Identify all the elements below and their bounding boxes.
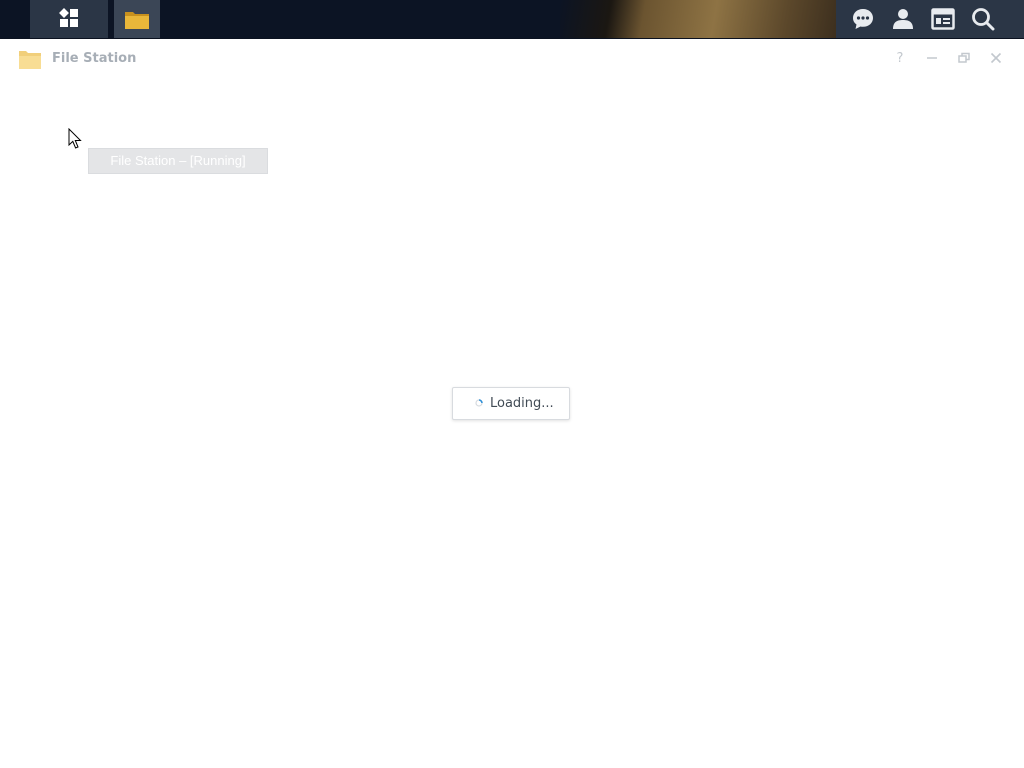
user-icon[interactable] [891, 7, 915, 31]
minimize-icon [927, 57, 937, 59]
grid-icon [59, 8, 78, 27]
loading-indicator: Loading... [452, 387, 570, 420]
restore-button[interactable] [957, 51, 971, 65]
folder-icon [125, 12, 149, 29]
taskbar-app-file-station[interactable] [114, 0, 160, 38]
file-station-window: File Station ? File Station – [Running] [0, 39, 1024, 768]
taskbar-tray [836, 0, 1024, 38]
loading-text: Loading... [490, 396, 554, 411]
widgets-icon[interactable] [931, 7, 955, 31]
search-icon[interactable] [971, 7, 995, 31]
restore-icon [958, 52, 970, 63]
minimize-button[interactable] [925, 51, 939, 65]
taskbar-tooltip: File Station – [Running] [88, 148, 268, 174]
help-button[interactable]: ? [893, 51, 907, 66]
window-titlebar[interactable]: File Station ? [0, 39, 1024, 79]
close-icon [990, 52, 1002, 64]
mouse-cursor-icon [68, 128, 82, 149]
folder-icon [19, 51, 41, 69]
desktop-wallpaper [560, 0, 840, 38]
main-menu-button[interactable] [30, 0, 108, 38]
spinner-icon [475, 399, 483, 407]
chat-icon[interactable] [851, 7, 875, 31]
window-title: File Station [52, 51, 137, 66]
close-button[interactable] [989, 51, 1003, 65]
taskbar [0, 0, 1024, 38]
